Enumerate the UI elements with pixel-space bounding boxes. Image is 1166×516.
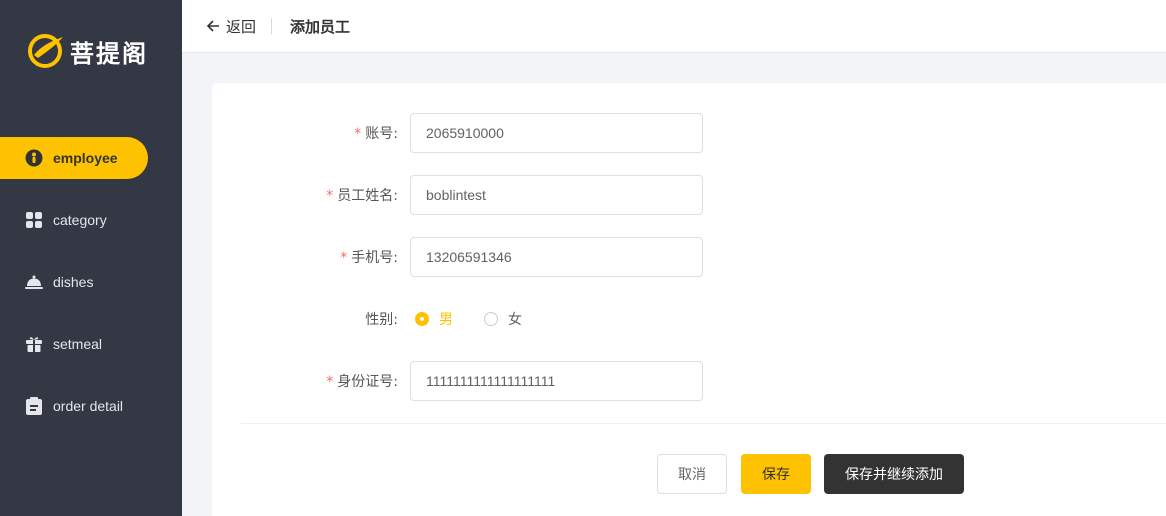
- required-mark: *: [326, 374, 334, 390]
- header: 返回 添加员工: [182, 0, 1166, 53]
- logo-icon: [28, 34, 63, 68]
- clipboard-icon: [25, 397, 43, 415]
- logo-text: 菩提阁: [70, 39, 148, 68]
- gender-radio-male[interactable]: 男: [415, 309, 453, 329]
- page-title: 添加员工: [290, 17, 351, 36]
- arrow-left-icon: [206, 20, 219, 32]
- save-and-add-button[interactable]: 保存并继续添加: [824, 454, 964, 494]
- phone-label: * 手机号:: [340, 250, 398, 266]
- radio-unchecked-icon: [484, 312, 498, 326]
- required-mark: *: [354, 126, 362, 142]
- gender-label: 性别:: [365, 312, 398, 328]
- sidebar-item-label: dishes: [53, 274, 94, 290]
- required-mark: *: [340, 250, 348, 266]
- sidebar-item-category[interactable]: category: [0, 199, 148, 241]
- gift-icon: [25, 335, 43, 353]
- name-row: * 员工姓名:: [212, 175, 703, 215]
- employee-icon: [25, 149, 43, 167]
- save-button[interactable]: 保存: [741, 454, 811, 494]
- sidebar-item-label: category: [53, 212, 107, 228]
- back-button[interactable]: 返回: [206, 16, 256, 37]
- name-label: * 员工姓名:: [326, 188, 398, 204]
- sidebar-item-setmeal[interactable]: setmeal: [0, 323, 148, 365]
- sidebar-item-order-detail[interactable]: order detail: [0, 385, 148, 427]
- id-number-row: * 身份证号:: [212, 361, 703, 401]
- required-mark: *: [326, 188, 334, 204]
- header-divider: [271, 18, 273, 34]
- id-number-input[interactable]: [410, 361, 703, 401]
- form-card: *账号: *员工姓名: *手机号: 性别: 男 女 *身份证号: 取消 保存 保…: [212, 83, 1166, 516]
- sidebar-item-label: employee: [53, 150, 118, 166]
- form-divider: [241, 423, 1166, 424]
- sidebar-item-label: order detail: [53, 398, 124, 414]
- sidebar-item-dishes[interactable]: dishes: [0, 261, 148, 303]
- cloche-icon: [25, 273, 43, 291]
- account-input[interactable]: [410, 113, 703, 153]
- back-label: 返回: [226, 17, 257, 36]
- phone-input[interactable]: [410, 237, 703, 277]
- sidebar-item-label: setmeal: [53, 336, 103, 352]
- name-input[interactable]: [410, 175, 703, 215]
- sidebar: 菩提阁 employee category dishes setmeal ord…: [0, 0, 182, 516]
- gender-row: 性别: 男 女: [212, 299, 552, 339]
- id-number-label: * 身份证号:: [326, 374, 398, 390]
- account-row: * 账号:: [212, 113, 703, 153]
- cancel-button[interactable]: 取消: [657, 454, 727, 494]
- grid-icon: [25, 211, 43, 229]
- logo: 菩提阁: [26, 31, 148, 71]
- sidebar-item-employee[interactable]: employee: [0, 137, 148, 179]
- gender-radio-female[interactable]: 女: [484, 309, 522, 329]
- phone-row: * 手机号:: [212, 237, 703, 277]
- radio-checked-icon: [415, 312, 429, 326]
- account-label: * 账号:: [354, 126, 398, 142]
